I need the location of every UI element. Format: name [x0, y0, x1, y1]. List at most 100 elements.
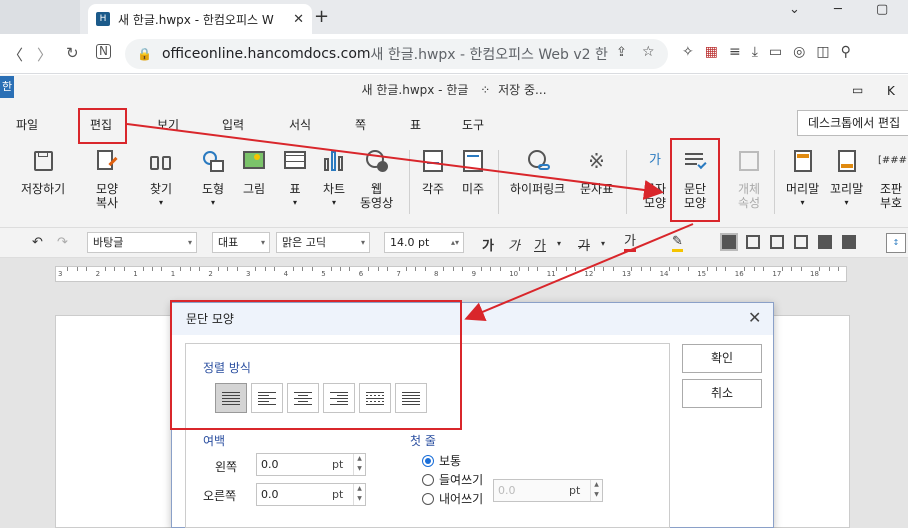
- footer-button[interactable]: 꼬리말 ▾: [830, 148, 863, 210]
- left-margin-input[interactable]: 0.0 pt ▲ ▼: [256, 453, 366, 476]
- save-button[interactable]: 저장하기: [21, 148, 65, 196]
- web-video-icon: [364, 148, 390, 174]
- normal-radio[interactable]: [422, 455, 434, 467]
- cancel-button[interactable]: 취소: [682, 379, 762, 408]
- share-icon[interactable]: ⇪: [616, 45, 627, 60]
- edit-in-desktop-button[interactable]: 데스크톱에서 편집: [797, 110, 908, 136]
- first-line-input[interactable]: 0.0 pt ▲ ▼: [493, 479, 603, 502]
- chart-dropdown-icon[interactable]: ▾: [332, 196, 336, 210]
- menu-table[interactable]: 표: [410, 116, 421, 133]
- style-select[interactable]: 바탕글 ▾: [87, 232, 197, 253]
- indent-radio[interactable]: [422, 474, 434, 486]
- url-path: 새 한글.hwpx - 한컴오피스 Web v2 한: [370, 47, 608, 63]
- horizontal-ruler[interactable]: 3 2 1 1 2 3 4 5 6 7 8 9 10 11 12 13 14 15 16 17 18: [55, 266, 847, 282]
- chart-button[interactable]: 차트 ▾: [321, 148, 347, 210]
- download-icon[interactable]: ⤓: [752, 44, 758, 60]
- close-tab-icon[interactable]: ✕: [293, 12, 304, 27]
- shape-dropdown-icon[interactable]: ▾: [211, 196, 215, 210]
- ruler-number: 16: [734, 270, 744, 278]
- back-icon[interactable]: 〈: [8, 44, 23, 65]
- picture-button[interactable]: 그림: [241, 148, 267, 196]
- chat-icon[interactable]: ▭: [852, 83, 863, 97]
- cast-icon[interactable]: ▭: [769, 44, 782, 60]
- footnote-button[interactable]: 각주: [420, 148, 446, 196]
- copy-format-button[interactable]: 모양 복사: [94, 148, 120, 210]
- table-dropdown-icon[interactable]: ▾: [293, 196, 297, 210]
- divide-icon[interactable]: [842, 235, 856, 249]
- ruler-tick: [828, 267, 830, 271]
- align-center-icon[interactable]: [770, 235, 784, 249]
- header-dropdown-icon[interactable]: ▾: [801, 196, 805, 210]
- symbol-button[interactable]: ※ 문자표: [580, 148, 613, 196]
- profile-icon[interactable]: ⚲: [841, 44, 851, 60]
- account-k[interactable]: K: [887, 84, 895, 98]
- find-button[interactable]: 찾기 ▾: [148, 148, 174, 210]
- web-video-button[interactable]: 웹 동영상: [360, 148, 393, 210]
- highlight-icon[interactable]: ✎: [672, 235, 683, 252]
- stepper-icon[interactable]: ▲ ▼: [590, 480, 602, 501]
- menu-tools[interactable]: 도구: [462, 116, 484, 133]
- footer-dropdown-icon[interactable]: ▾: [845, 196, 849, 210]
- language-select[interactable]: 대표 ▾: [212, 232, 270, 253]
- right-margin-input[interactable]: 0.0 pt ▲ ▼: [256, 483, 366, 506]
- screenshot-icon[interactable]: ◎: [793, 44, 805, 60]
- reading-list-icon[interactable]: ≡: [729, 44, 741, 60]
- binoculars-icon: [148, 148, 174, 174]
- ruler-number: 18: [810, 270, 819, 278]
- ruler-tick: [716, 267, 717, 271]
- maximize-icon[interactable]: ▢: [876, 2, 888, 17]
- char-shape-button[interactable]: 가 글자 모양: [642, 148, 668, 210]
- ruler-tick: [499, 267, 501, 271]
- extensions-icon[interactable]: ✧: [682, 44, 694, 60]
- bold-button[interactable]: 가: [482, 235, 494, 254]
- menu-file[interactable]: 파일: [16, 116, 38, 133]
- menu-format[interactable]: 서식: [289, 116, 311, 133]
- sidebar-icon[interactable]: ◫: [816, 44, 829, 60]
- format-painter-icon: [94, 148, 120, 174]
- menu-page[interactable]: 쪽: [355, 116, 366, 133]
- url-field[interactable]: 🔒 officeonline.hancomdocs.com 새 한글.hwpx …: [125, 39, 668, 69]
- undo-icon[interactable]: ↶: [32, 235, 43, 250]
- forward-icon[interactable]: 〉: [37, 44, 52, 65]
- line-spacing-icon[interactable]: ↕: [886, 233, 906, 253]
- ruler-tick: [405, 267, 407, 271]
- italic-button[interactable]: 가: [508, 235, 520, 254]
- browser-tab[interactable]: H 새 한글.hwpx - 한컴오피스 W ✕: [88, 4, 312, 34]
- bookmark-icon[interactable]: ☆: [642, 44, 655, 60]
- outdent-radio[interactable]: [422, 493, 434, 505]
- font-size-input[interactable]: 14.0 pt ▴▾: [384, 232, 464, 253]
- font-color-button[interactable]: 가: [624, 235, 636, 252]
- header-button[interactable]: 머리말 ▾: [786, 148, 819, 210]
- strike-button[interactable]: 가: [578, 235, 590, 254]
- redo-icon[interactable]: ↷: [57, 235, 68, 250]
- object-property-button[interactable]: 개체 속성: [736, 148, 762, 210]
- table-button[interactable]: 표 ▾: [282, 148, 308, 210]
- strike-dropdown-icon[interactable]: ▾: [601, 239, 605, 248]
- ok-button[interactable]: 확인: [682, 344, 762, 373]
- stepper-icon[interactable]: ▲ ▼: [353, 454, 365, 475]
- reload-icon[interactable]: ↻: [66, 44, 79, 62]
- shape-button[interactable]: 도형 ▾: [200, 148, 226, 210]
- font-select[interactable]: 맑은 고딕 ▾: [276, 232, 370, 253]
- find-dropdown-icon[interactable]: ▾: [159, 196, 163, 210]
- underline-button[interactable]: 가: [534, 235, 546, 254]
- align-right-icon[interactable]: [794, 235, 808, 249]
- endnote-button[interactable]: 미주: [460, 148, 486, 196]
- hyperlink-button[interactable]: 하이퍼링크: [510, 148, 565, 196]
- align-left-icon[interactable]: [746, 235, 760, 249]
- stepper-icon[interactable]: ▲ ▼: [353, 484, 365, 505]
- menu-insert[interactable]: 입력: [222, 116, 244, 133]
- underline-dropdown-icon[interactable]: ▾: [557, 239, 561, 248]
- flag-icon[interactable]: ▦: [705, 44, 718, 60]
- new-tab-icon[interactable]: +: [314, 6, 329, 27]
- close-icon[interactable]: ✕: [748, 308, 761, 327]
- distribute-icon[interactable]: [818, 235, 832, 249]
- menu-view[interactable]: 보기: [157, 116, 179, 133]
- assembly-code-button[interactable]: [###] 조판 부호: [878, 148, 908, 210]
- ruler-tick: [744, 267, 746, 271]
- chevron-down-icon[interactable]: ⌄: [789, 2, 800, 17]
- font-value: 맑은 고딕: [282, 236, 326, 249]
- minimize-icon[interactable]: ─: [834, 2, 842, 17]
- home-icon[interactable]: N: [96, 44, 111, 59]
- align-justify-icon[interactable]: [720, 233, 738, 251]
